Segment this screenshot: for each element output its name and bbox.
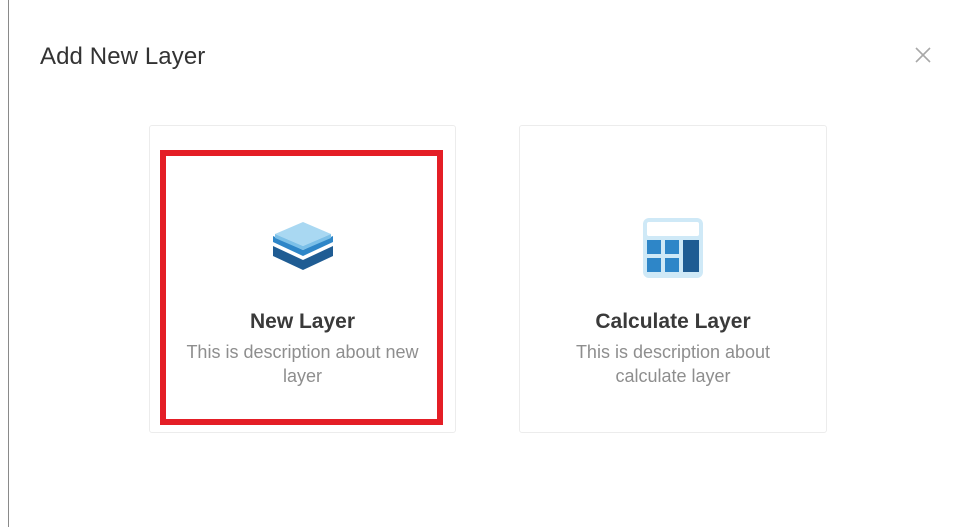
add-layer-dialog: Add New Layer New Layer This is descript…	[0, 0, 958, 527]
new-layer-title: New Layer	[249, 310, 356, 333]
new-layer-option[interactable]: New Layer This is description about new …	[149, 125, 456, 433]
calculate-layer-option[interactable]: Calculate Layer This is description abou…	[519, 125, 827, 433]
calculator-icon	[643, 218, 703, 278]
close-button[interactable]	[908, 40, 938, 70]
left-divider	[8, 0, 9, 527]
close-icon	[915, 47, 931, 63]
new-layer-description: This is description about new layer	[186, 342, 419, 386]
dialog-title: Add New Layer	[40, 43, 206, 70]
layers-icon	[272, 222, 333, 270]
calculate-layer-title: Calculate Layer	[595, 310, 751, 333]
calculate-layer-description: This is description about calculate laye…	[575, 342, 771, 386]
